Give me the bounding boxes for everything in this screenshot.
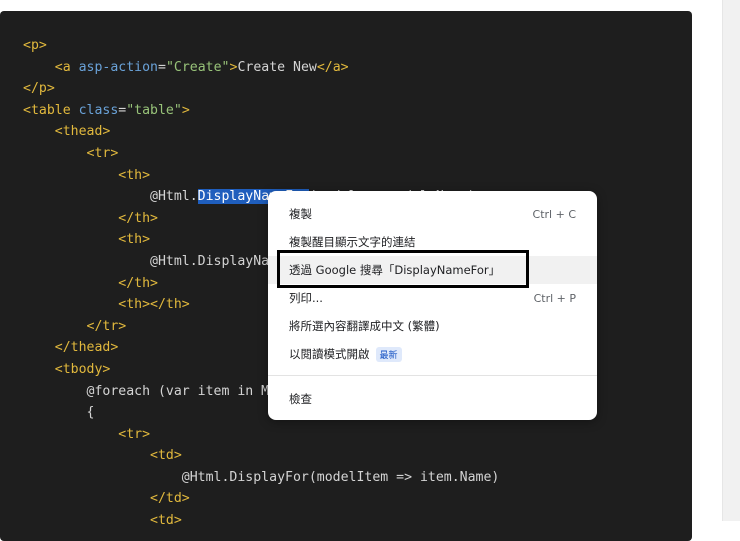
code-token: @Html. (23, 189, 198, 205)
code-token: asp-action (78, 59, 158, 75)
code-token: = (158, 59, 166, 75)
code-token: Create New (237, 59, 317, 75)
code-token: </p> (23, 81, 55, 97)
code-line: @Html.DisplayFor(modelItem => item.Name) (23, 467, 500, 489)
menu-item-copy[interactable]: 複製 Ctrl + C (268, 200, 597, 228)
highlight-annotation-box (277, 250, 529, 288)
code-token: </a> (316, 59, 349, 75)
code-line: <thead> (23, 121, 499, 143)
code-token: <td> (150, 448, 182, 464)
code-token: <tr> (86, 145, 119, 161)
code-token: "table" (126, 102, 182, 118)
code-token: <a (54, 59, 79, 75)
menu-item-copy-link-label: 複製醒目顯示文字的連結 (289, 235, 416, 249)
code-token: </thead> (54, 340, 119, 356)
menu-item-print-label: 列印... (289, 291, 323, 305)
menu-item-reading-mode-label: 以閱讀模式開啟 (289, 347, 370, 361)
menu-item-translate-label: 將所選內容翻譯成中文 (繁體) (289, 319, 440, 333)
code-line: <p> (23, 35, 499, 57)
code-line: </td> (23, 488, 499, 510)
code-token: <tbody> (54, 361, 111, 377)
code-token: <thead> (54, 124, 111, 140)
code-token: <th> (118, 232, 151, 248)
menu-item-translate[interactable]: 將所選內容翻譯成中文 (繁體) (268, 312, 597, 340)
code-token: <th></th> (118, 297, 190, 313)
menu-item-inspect[interactable]: 檢查 (268, 385, 597, 413)
print-shortcut: Ctrl + P (533, 291, 576, 305)
code-line: <a asp-action="Create">Create New</a> (23, 57, 499, 79)
code-token: { (23, 405, 95, 421)
code-line: </p> (23, 78, 499, 100)
code-token: </th> (118, 275, 158, 291)
code-token: @Html.DisplayFor(modelItem => item.Name) (23, 469, 500, 485)
code-token: class (78, 102, 119, 118)
code-line: <th> (23, 165, 499, 187)
menu-item-print[interactable]: 列印... Ctrl + P (268, 284, 597, 312)
menu-separator (268, 375, 597, 376)
new-badge: 最新 (375, 346, 402, 362)
code-token: </th> (118, 210, 158, 226)
code-line: <td> (23, 445, 499, 467)
code-token: </tr> (86, 318, 127, 334)
copy-shortcut: Ctrl + C (532, 207, 576, 221)
code-token: <th> (118, 167, 151, 183)
menu-item-copy-label: 複製 (289, 207, 312, 221)
code-line: <tr> (23, 424, 499, 446)
menu-item-inspect-label: 檢查 (289, 392, 312, 406)
code-token: > (181, 102, 190, 118)
code-token: <tr> (118, 426, 151, 442)
code-token: "Create" (165, 59, 230, 75)
context-menu: 複製 Ctrl + C 複製醒目顯示文字的連結 透過 Google 搜尋「Dis… (268, 191, 597, 420)
code-line: <tr> (23, 143, 499, 165)
code-token: <p> (23, 38, 47, 53)
page-scrollbar[interactable] (722, 0, 740, 521)
menu-item-reading-mode[interactable]: 以閱讀模式開啟 最新 (268, 340, 597, 368)
code-line: <table class="table"> (23, 100, 499, 122)
code-token: <table (23, 102, 79, 118)
code-token: </td> (150, 491, 190, 507)
